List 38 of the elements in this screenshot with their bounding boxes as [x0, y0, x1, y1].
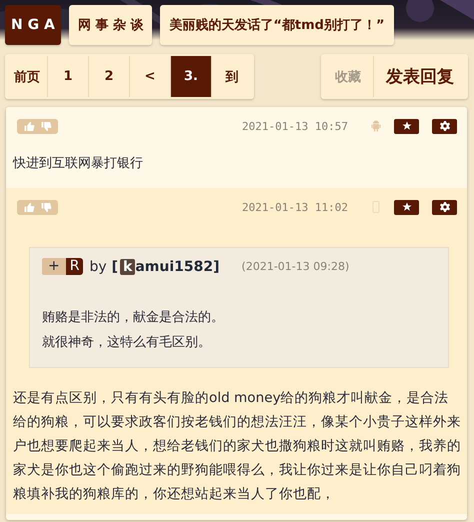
gear-icon — [440, 202, 450, 212]
logo[interactable]: N G A — [5, 5, 61, 45]
vote-buttons[interactable] — [17, 118, 58, 134]
bracket: [ — [112, 258, 118, 274]
android-icon — [371, 120, 381, 132]
forum-link[interactable]: 网 事 杂 谈 — [68, 5, 152, 45]
quote-text: 就很神奇，这特么有毛区别。 — [42, 334, 212, 352]
page-link[interactable]: 前页 — [7, 56, 48, 97]
quote-text: 贿赂是非法的，献金是合法的。 — [42, 309, 225, 327]
thumbs-down-icon[interactable] — [40, 202, 52, 212]
post-text: 还是有点区别，只有有头有脸的old money给的狗粮才叫献金，是合法给的狗粮，可以要求政客们按老钱们的想法汪汪，像某个小贵子这样外来户也想要爬起来当人，想给老钱们的家犬也撒狗粮时这就叫贿赂，我养的家犬是你也这个偷跑过来的野狗能喂得么，我让你过来是让你自己叼着狗粮填补我的狗粮库的，你还想站起来当人了你也配， — [13, 389, 461, 504]
avatar: k — [120, 258, 136, 274]
favorite-star-button[interactable] — [394, 200, 419, 214]
settings-button[interactable] — [432, 118, 457, 134]
topic-link[interactable]: 美丽贱的天发话了“都tmd别打了！” — [160, 5, 394, 45]
thumbs-up-icon[interactable] — [23, 202, 35, 212]
post-time: 2021-01-13 10:57 — [242, 120, 348, 132]
favorite-star-button[interactable] — [394, 118, 419, 134]
reply-button[interactable]: 发表回复 — [374, 56, 466, 97]
reply-tag[interactable]: R — [66, 258, 84, 275]
thumbs-up-icon[interactable] — [23, 122, 35, 130]
gear-icon — [440, 121, 450, 131]
by-label: by — [89, 258, 107, 274]
page-link[interactable]: 3. — [171, 56, 212, 97]
plus-tag[interactable]: + — [42, 258, 66, 275]
page-link[interactable]: 到 — [212, 56, 252, 97]
page-link[interactable]: 2 — [89, 56, 130, 97]
star-icon — [402, 202, 412, 212]
star-icon — [402, 121, 412, 131]
bracket: ] — [213, 258, 220, 274]
quote-time: (2021-01-13 09:28) — [242, 260, 350, 273]
thumbs-down-icon[interactable] — [40, 122, 52, 130]
author-link[interactable]: amui1582 — [135, 258, 214, 274]
post-time: 2021-01-13 11:02 — [242, 200, 348, 214]
vote-buttons[interactable] — [17, 200, 58, 214]
post-text: 快进到互联网暴打银行 — [13, 155, 144, 173]
settings-button[interactable] — [432, 200, 457, 214]
page-link[interactable]: 1 — [48, 56, 89, 97]
